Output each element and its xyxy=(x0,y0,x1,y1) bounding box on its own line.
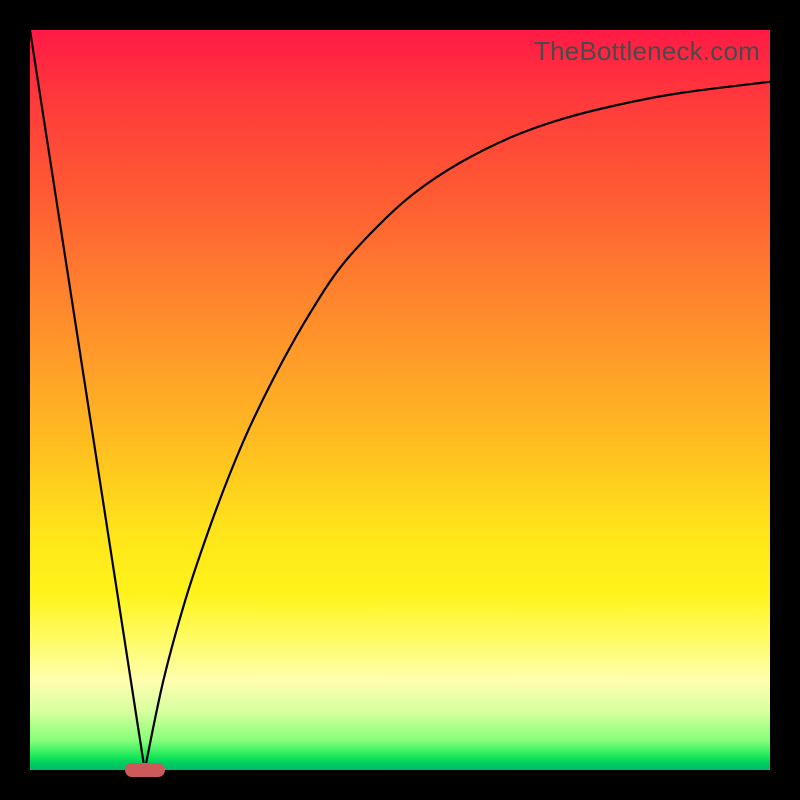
chart-frame: TheBottleneck.com xyxy=(0,0,800,800)
chart-curve xyxy=(30,30,770,770)
curve-right-segment xyxy=(145,82,770,770)
curve-left-segment xyxy=(30,30,145,770)
minimum-marker xyxy=(125,763,165,777)
plot-area: TheBottleneck.com xyxy=(30,30,770,770)
